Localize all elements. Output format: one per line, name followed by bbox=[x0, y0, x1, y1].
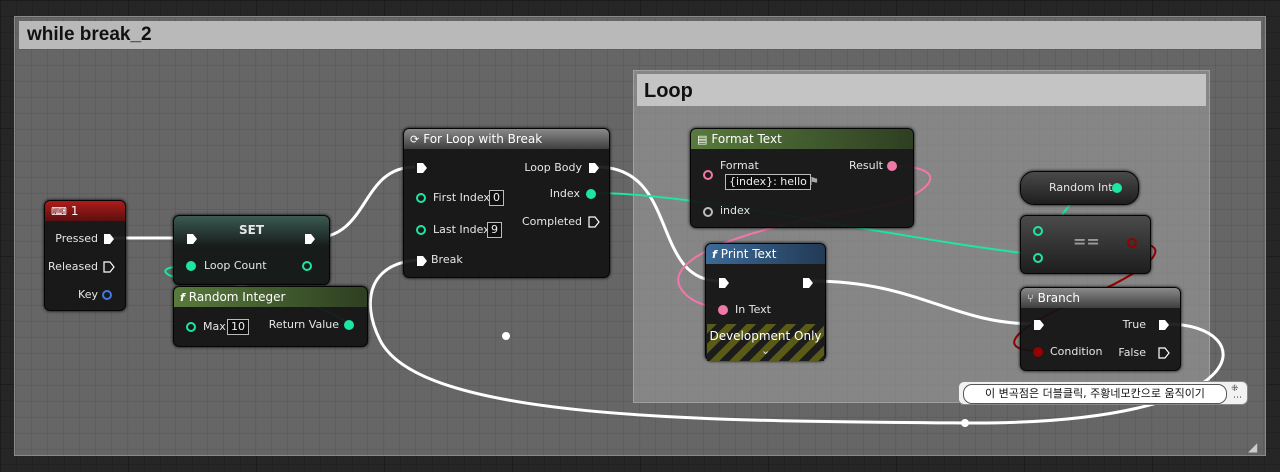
pin-label-result: Result bbox=[849, 159, 883, 172]
function-icon: f bbox=[712, 248, 717, 261]
text-out-pin-result[interactable] bbox=[887, 161, 897, 171]
more-icon[interactable]: ⋯ bbox=[1233, 391, 1242, 405]
branch-node[interactable]: ⑂ Branch Condition True False bbox=[1020, 287, 1181, 371]
set-node[interactable]: SET Loop Count bbox=[173, 215, 330, 285]
resize-grip-icon[interactable]: ◢ bbox=[1248, 440, 1257, 454]
node-title: Random Integer bbox=[188, 290, 286, 304]
random-int-variable-node[interactable]: Random Int bbox=[1020, 171, 1139, 205]
development-only-label: Development Only bbox=[709, 329, 822, 343]
int-out-pin[interactable] bbox=[1112, 183, 1122, 193]
branch-icon: ⑂ bbox=[1027, 292, 1034, 305]
int-in-pin-last-index[interactable] bbox=[416, 225, 426, 235]
key-event-node[interactable]: ⌨ 1 Pressed Released Key bbox=[44, 200, 126, 311]
reroute-comment-bubble[interactable]: 이 변곡점은 더블클릭, 주황네모칸으로 움직이기 ⁜ ⋯ bbox=[958, 381, 1248, 405]
for-loop-with-break-node[interactable]: ⟳ For Loop with Break First Index 0 Last … bbox=[403, 128, 610, 278]
int-in-pin-first-index[interactable] bbox=[416, 193, 426, 203]
pin-label-format: Format bbox=[720, 159, 759, 172]
pin-label-index: index bbox=[720, 204, 751, 217]
pin-label-index: Index bbox=[549, 187, 580, 200]
int-out-pin-return-value[interactable] bbox=[344, 320, 354, 330]
node-title: 1 bbox=[70, 204, 79, 218]
node-header[interactable]: ⌨ 1 bbox=[45, 201, 125, 221]
int-out-pin[interactable] bbox=[302, 261, 312, 271]
keyboard-icon: ⌨ bbox=[51, 205, 67, 218]
node-header[interactable]: ⟳ For Loop with Break bbox=[404, 129, 609, 149]
exec-wire bbox=[809, 279, 1037, 326]
random-integer-node[interactable]: f Random Integer Max 10 Return Value bbox=[173, 286, 368, 347]
format-text-input[interactable]: {index}: hello bbox=[725, 174, 811, 190]
equals-node[interactable]: == bbox=[1020, 215, 1151, 274]
pin-label-first-index: First Index bbox=[433, 191, 490, 204]
bool-out-pin[interactable] bbox=[1127, 238, 1137, 248]
bool-in-pin-condition[interactable] bbox=[1033, 347, 1043, 357]
first-index-input[interactable]: 0 bbox=[489, 190, 504, 206]
pin-label-condition: Condition bbox=[1050, 345, 1103, 358]
pin-label-break: Break bbox=[431, 253, 463, 266]
operator-label: == bbox=[1073, 232, 1100, 251]
text-in-pin-in-text[interactable] bbox=[718, 305, 728, 315]
print-text-node[interactable]: f Print Text In Text Development Only ⌄ bbox=[705, 243, 826, 361]
int-out-pin-index[interactable] bbox=[586, 189, 596, 199]
pin-label-true: True bbox=[1122, 318, 1146, 331]
node-header[interactable]: f Print Text bbox=[706, 244, 825, 264]
node-header[interactable]: ▤ Format Text bbox=[691, 129, 913, 149]
int-in-pin-b[interactable] bbox=[1033, 253, 1043, 263]
node-title: Format Text bbox=[711, 132, 782, 146]
pin-label-completed: Completed bbox=[522, 215, 582, 228]
max-value-input[interactable]: 10 bbox=[227, 319, 249, 335]
node-header[interactable]: f Random Integer bbox=[174, 287, 367, 307]
comment-bubble-text[interactable]: 이 변곡점은 더블클릭, 주황네모칸으로 움직이기 bbox=[963, 384, 1227, 404]
pin-label-return-value: Return Value bbox=[268, 318, 339, 331]
pin-label-loop-count: Loop Count bbox=[204, 259, 267, 272]
function-icon: f bbox=[180, 291, 185, 304]
pin-label-max: Max bbox=[203, 320, 226, 333]
text-icon: ▤ bbox=[697, 133, 708, 146]
format-text-node[interactable]: ▤ Format Text Format {index}: hello ⚑ Res… bbox=[690, 128, 914, 228]
node-header[interactable]: ⑂ Branch bbox=[1021, 288, 1180, 308]
int-in-pin-max[interactable] bbox=[186, 322, 196, 332]
pin-label-pressed: Pressed bbox=[55, 232, 98, 245]
node-title: Branch bbox=[1037, 291, 1080, 305]
int-in-pin-loop-count[interactable] bbox=[186, 261, 196, 271]
pin-label-key: Key bbox=[78, 288, 98, 301]
int-in-pin-a[interactable] bbox=[1033, 226, 1043, 236]
wildcard-in-pin-index[interactable] bbox=[703, 207, 713, 217]
localize-flag-icon[interactable]: ⚑ bbox=[809, 175, 819, 189]
last-index-input[interactable]: 9 bbox=[487, 222, 502, 238]
reroute-knot bbox=[502, 332, 510, 340]
macro-icon: ⟳ bbox=[410, 133, 420, 146]
pin-label-in-text: In Text bbox=[735, 303, 771, 316]
pin-label-loop-body: Loop Body bbox=[524, 161, 582, 174]
pin-label-false: False bbox=[1118, 346, 1146, 359]
node-title: For Loop with Break bbox=[423, 132, 543, 146]
variable-name: Random Int bbox=[1049, 181, 1113, 194]
text-in-pin-format[interactable] bbox=[703, 170, 713, 180]
pin-label-last-index: Last Index bbox=[433, 223, 490, 236]
struct-pin-key[interactable] bbox=[102, 290, 112, 300]
node-title: Print Text bbox=[720, 247, 777, 261]
reroute-knot bbox=[961, 419, 969, 427]
chevron-down-icon[interactable]: ⌄ bbox=[706, 344, 825, 358]
pin-label-released: Released bbox=[48, 260, 98, 273]
